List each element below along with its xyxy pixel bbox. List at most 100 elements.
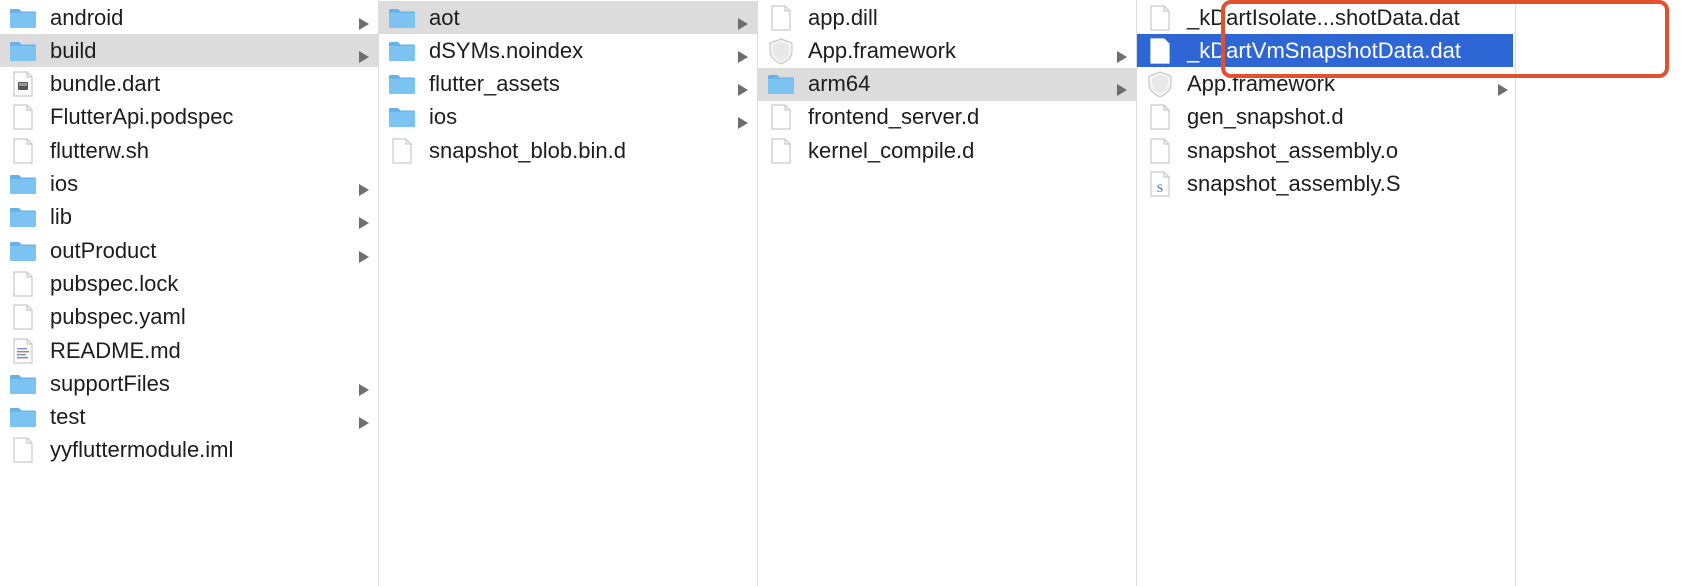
file-icon: [767, 103, 795, 131]
item-name: ios: [50, 171, 79, 196]
disclosure-chevron-right-icon: [1116, 77, 1128, 97]
item-name: snapshot_blob.bin.d: [429, 137, 626, 163]
framework-bundle-icon: [1146, 70, 1174, 98]
folder-row[interactable]: android: [0, 1, 378, 34]
file-row[interactable]: snapshot_assembly.o: [1137, 134, 1513, 167]
folder-icon: [388, 4, 416, 32]
folder-icon: [767, 70, 795, 98]
folder-icon: [9, 4, 37, 32]
folder-icon: [388, 37, 416, 65]
item-name: ios: [429, 104, 458, 130]
disclosure-chevron-right-icon: [1497, 77, 1509, 97]
file-icon: [767, 4, 795, 32]
item-name: app.dill: [808, 4, 878, 30]
item-name: README.md: [50, 337, 181, 363]
file-row[interactable]: frontend_server.d: [758, 101, 1136, 134]
disclosure-chevron-right-icon: [1116, 44, 1128, 63]
item-name: App.framework: [808, 37, 956, 63]
file-row[interactable]: _kDartVmSnapshotData.dat: [1137, 34, 1513, 68]
item-name: App.framework: [1187, 71, 1335, 97]
item-name: _kDartVmSnapshotData.dat: [1187, 37, 1461, 63]
file-icon: [9, 436, 37, 464]
folder-row[interactable]: flutter_assets: [379, 68, 757, 101]
item-name: flutterw.sh: [50, 137, 150, 163]
column-aot[interactable]: app.dill App.framework arm64 frontend_serve…: [758, 0, 1136, 586]
file-row[interactable]: snapshot_blob.bin.d: [379, 134, 757, 167]
folder-icon: [388, 103, 416, 131]
disclosure-chevron-right-icon: [737, 11, 749, 30]
folder-row[interactable]: build: [0, 34, 378, 68]
finder-column-browser: android build bundle.dart FlutterApi.podspe…: [0, 0, 1696, 586]
file-row[interactable]: bundle.dart: [0, 68, 378, 101]
item-name: pubspec.yaml: [50, 304, 186, 330]
file-icon: [9, 303, 37, 331]
dart-file-icon: [9, 70, 37, 98]
folder-row[interactable]: ios: [379, 101, 757, 134]
folder-row[interactable]: aot: [379, 1, 757, 34]
folder-row[interactable]: outProduct: [0, 234, 378, 267]
file-icon: [1146, 37, 1174, 65]
column-project-root[interactable]: android build bundle.dart FlutterApi.podspe…: [0, 0, 378, 586]
disclosure-chevron-right-icon: [358, 210, 370, 230]
file-row[interactable]: FlutterApi.podspec: [0, 101, 378, 134]
item-name: dSYMs.noindex: [429, 37, 584, 63]
item-name: _kDartIsolate...shotData.dat: [1187, 4, 1460, 30]
file-row[interactable]: Ssnapshot_assembly.S: [1137, 168, 1513, 201]
column-build[interactable]: aot dSYMs.noindex flutter_assetsios snapsho…: [379, 0, 757, 586]
column-arm64[interactable]: _kDartIsolate...shotData.dat _kDartVmSnap…: [1137, 0, 1515, 586]
folder-row[interactable]: arm64: [758, 67, 1136, 101]
item-name: flutter_assets: [429, 71, 560, 97]
item-name: bundle.dart: [50, 71, 161, 97]
disclosure-chevron-right-icon: [358, 177, 370, 196]
item-name: FlutterApi.podspec: [50, 104, 234, 130]
text-document-icon: [9, 337, 37, 365]
item-name: aot: [429, 4, 460, 30]
folder-icon: [9, 170, 37, 198]
item-name: test: [50, 404, 86, 430]
folder-row[interactable]: supportFiles: [0, 367, 378, 400]
item-name: lib: [50, 204, 73, 230]
item-name: arm64: [808, 71, 871, 97]
assembly-file-icon: S: [1146, 170, 1174, 198]
disclosure-chevron-right-icon: [358, 244, 370, 263]
column-divider[interactable]: [1515, 0, 1516, 586]
file-icon: [9, 137, 37, 165]
item-name: snapshot_assembly.o: [1187, 137, 1399, 163]
folder-row[interactable]: dSYMs.noindex: [379, 34, 757, 67]
item-name: android: [50, 4, 124, 30]
file-row[interactable]: pubspec.lock: [0, 267, 378, 300]
item-name: yyfluttermodule.iml: [50, 437, 234, 463]
item-name: pubspec.lock: [50, 270, 179, 296]
disclosure-chevron-right-icon: [737, 77, 749, 97]
folder-row[interactable]: test: [0, 401, 378, 434]
file-icon: [388, 137, 416, 165]
file-row[interactable]: App.framework: [1137, 68, 1513, 101]
file-row[interactable]: pubspec.yaml: [0, 301, 378, 334]
file-row[interactable]: app.dill: [758, 1, 1136, 34]
folder-icon: [388, 70, 416, 98]
file-row[interactable]: _kDartIsolate...shotData.dat: [1137, 1, 1513, 34]
file-row[interactable]: README.md: [0, 334, 378, 367]
file-icon: [1146, 103, 1174, 131]
file-icon: [1146, 137, 1174, 165]
file-row[interactable]: flutterw.sh: [0, 134, 378, 167]
disclosure-chevron-right-icon: [358, 377, 370, 396]
file-row[interactable]: yyfluttermodule.iml: [0, 434, 378, 467]
item-name: outProduct: [50, 237, 157, 263]
folder-row[interactable]: lib: [0, 201, 378, 234]
file-icon: [9, 103, 37, 131]
folder-icon: [9, 370, 37, 398]
folder-row[interactable]: ios: [0, 168, 378, 201]
file-icon: [9, 270, 37, 298]
folder-icon: [9, 403, 37, 431]
disclosure-chevron-right-icon: [737, 110, 749, 130]
folder-icon: [9, 37, 37, 65]
item-name: gen_snapshot.d: [1187, 104, 1344, 130]
item-name: build: [50, 37, 97, 63]
file-row[interactable]: App.framework: [758, 34, 1136, 67]
disclosure-chevron-right-icon: [358, 11, 370, 30]
file-row[interactable]: kernel_compile.d: [758, 134, 1136, 167]
item-name: kernel_compile.d: [808, 137, 975, 163]
file-row[interactable]: gen_snapshot.d: [1137, 101, 1513, 134]
file-icon: [767, 137, 795, 165]
